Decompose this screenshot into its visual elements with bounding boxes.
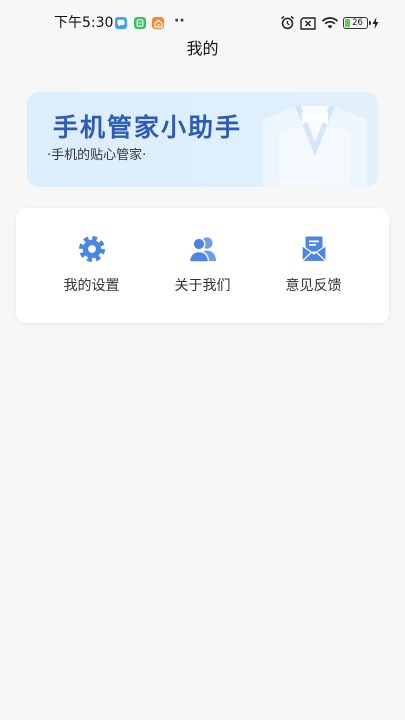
menu-item-about[interactable]: 关于我们 [147,208,258,323]
battery-level: 26 [352,17,363,28]
menu-item-label: 意见反馈 [285,278,342,294]
menu-item-label: 关于我们 [174,278,231,294]
status-time: 下午5:30 [54,15,114,31]
mail-icon [299,235,329,263]
page-title: 我的 [186,39,219,58]
gear-icon [77,235,107,263]
banner-title: 手机管家小助手 [53,113,243,142]
battery-cap [369,20,371,25]
users-icon [188,235,218,263]
message-app-icon [115,17,127,29]
banner-subtitle: ·手机的贴心管家· [47,148,147,163]
menu-item-label: 我的设置 [63,278,120,294]
charging-icon [372,17,379,29]
menu-item-feedback[interactable]: 意见反馈 [258,208,369,323]
shirt-bowtie-illustration [255,98,375,187]
green-app-icon [134,17,146,29]
menu-item-settings[interactable]: 我的设置 [36,208,147,323]
promo-banner: 手机管家小助手 ·手机的贴心管家· [27,92,378,187]
battery-icon: 26 [343,17,371,29]
no-sim-icon [300,17,316,30]
home-app-icon [152,17,164,29]
wifi-icon [321,16,339,30]
menu-card: 我的设置 关于我们 意见反馈 [16,208,389,323]
more-notifications-indicator: ·· [174,13,185,29]
alarm-icon [280,15,295,30]
